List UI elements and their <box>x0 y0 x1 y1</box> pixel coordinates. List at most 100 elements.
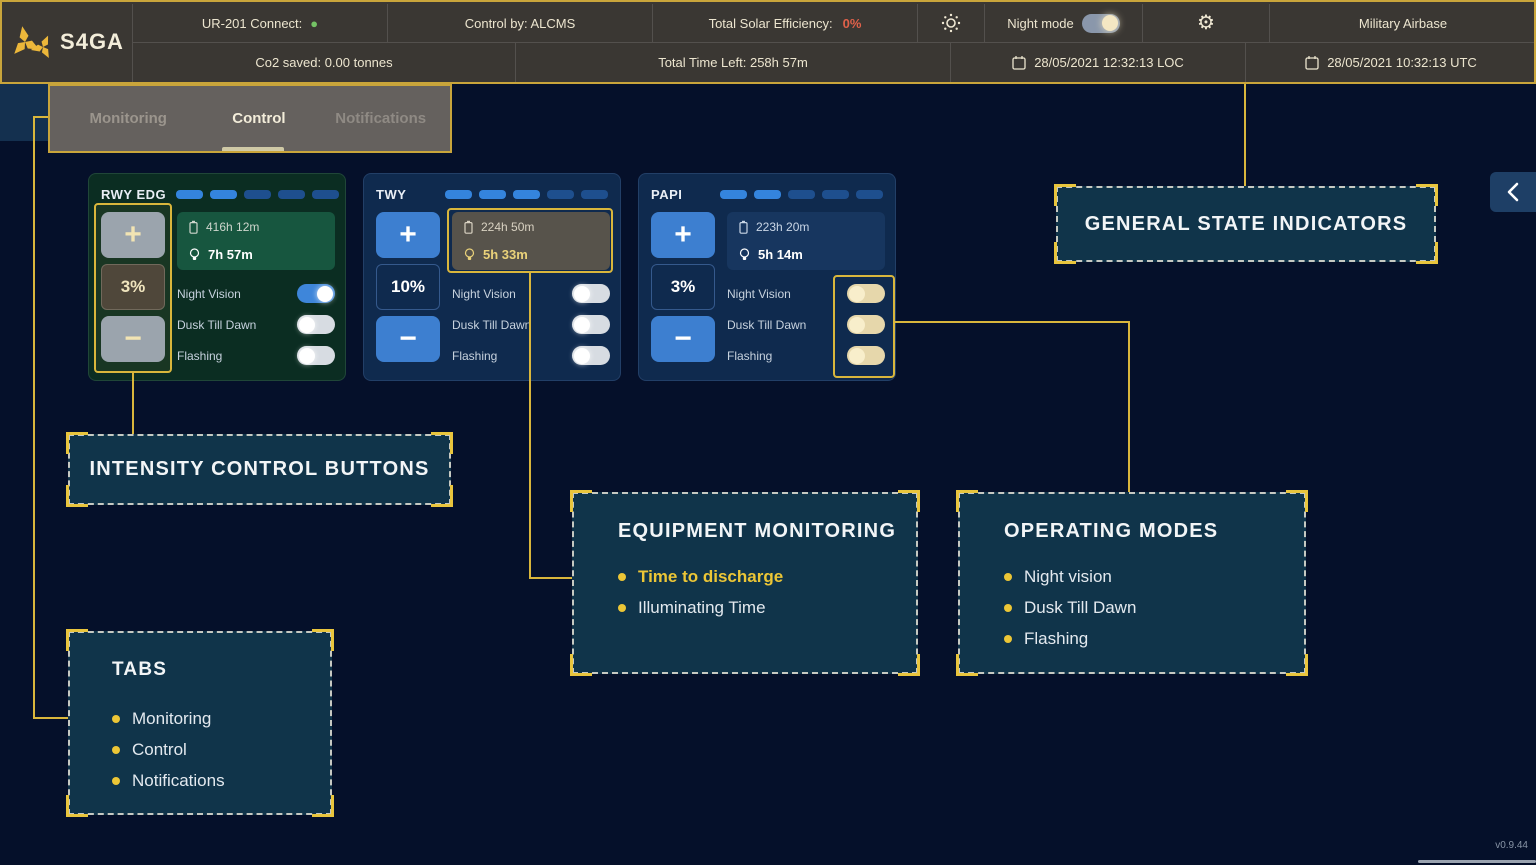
toggle-knob <box>299 348 315 364</box>
airbase-name: Military Airbase <box>1359 16 1447 31</box>
brightness-sun-icon <box>940 12 962 34</box>
solar-efficiency-value: 0% <box>843 16 862 31</box>
corner-bracket <box>312 795 334 817</box>
tab-monitoring[interactable]: Monitoring <box>50 110 206 127</box>
local-time-cell: 28/05/2021 12:32:13 LOC <box>950 43 1245 82</box>
co2-saved-cell: Co2 saved: 0.00 tonnes <box>132 43 515 82</box>
corner-bracket <box>66 432 88 454</box>
co2-saved-label: Co2 saved: 0.00 tonnes <box>255 55 392 70</box>
corner-bracket <box>66 629 88 651</box>
bullet-icon <box>112 777 120 785</box>
flashing-label: Flashing <box>177 349 297 363</box>
list-item: Time to discharge <box>618 561 916 592</box>
corner-bracket <box>431 485 453 507</box>
dusk-till-dawn-toggle[interactable] <box>572 315 610 334</box>
intensity-increase-button[interactable]: + <box>651 212 715 258</box>
header-bar: S4GA UR-201 Connect: ● Control by: ALCMS… <box>0 0 1536 84</box>
tab-notifications[interactable]: Notifications <box>311 110 450 127</box>
flashing-label: Flashing <box>727 349 847 363</box>
chevron-left-icon <box>1506 182 1520 202</box>
solar-efficiency-label: Total Solar Efficiency: <box>709 16 833 31</box>
bullet-icon <box>1004 604 1012 612</box>
toggle-knob <box>299 317 315 333</box>
illuminating-time: 5h 14m <box>758 247 803 262</box>
dusk-till-dawn-toggle[interactable] <box>297 315 335 334</box>
collapse-panel-button[interactable] <box>1490 172 1536 212</box>
dusk-till-dawn-label: Dusk Till Dawn <box>727 318 847 332</box>
corner-bracket <box>1054 184 1076 206</box>
flashing-toggle[interactable] <box>572 346 610 365</box>
corner-bracket <box>1286 654 1308 676</box>
brightness-cell[interactable] <box>917 4 984 42</box>
twy-monitor-highlight <box>447 208 613 273</box>
corner-bracket <box>1416 184 1438 206</box>
night-mode-toggle-knob <box>1102 15 1118 31</box>
control-by-cell: Control by: ALCMS <box>387 4 652 42</box>
intensity-decrease-button[interactable]: − <box>376 316 440 362</box>
bullet-icon <box>112 715 120 723</box>
calendar-icon <box>1012 55 1026 70</box>
intensity-increase-button[interactable]: + <box>376 212 440 258</box>
tab-control[interactable]: Control <box>206 110 311 127</box>
time-left-cell: Total Time Left: 258h 57m <box>515 43 950 82</box>
time-to-discharge: 416h 12m <box>206 220 259 234</box>
corner-bracket <box>956 490 978 512</box>
equipment-monitor-box: 223h 20m 5h 14m <box>727 212 885 270</box>
intensity-bars <box>176 190 339 199</box>
list-item: Illuminating Time <box>618 592 916 623</box>
solar-efficiency-cell: Total Solar Efficiency: 0% <box>652 4 917 42</box>
app-screen: S4GA UR-201 Connect: ● Control by: ALCMS… <box>0 0 1536 865</box>
gear-icon[interactable]: ⚙ <box>1197 13 1215 33</box>
night-vision-label: Night Vision <box>452 287 572 301</box>
bullet-icon <box>618 604 626 612</box>
connector-operating-vertical <box>1128 321 1130 492</box>
intensity-bars <box>416 190 608 199</box>
time-left-label: Total Time Left: 258h 57m <box>658 55 808 70</box>
illuminating-time: 7h 57m <box>208 247 253 262</box>
settings-cell[interactable]: ⚙ <box>1142 4 1269 42</box>
panel-title: RWY EDG <box>101 187 166 202</box>
flashing-label: Flashing <box>452 349 572 363</box>
callout-general-state-indicators: GENERAL STATE INDICATORS <box>1056 186 1436 262</box>
callout-title: GENERAL STATE INDICATORS <box>1085 213 1408 236</box>
propeller-logo-icon <box>10 23 56 61</box>
bulb-icon <box>189 248 200 261</box>
brand-logo: S4GA <box>2 2 132 82</box>
callout-equipment-monitoring: EQUIPMENT MONITORING Time to discharge I… <box>572 492 918 674</box>
list-item: Dusk Till Dawn <box>1004 592 1304 623</box>
airbase-cell: Military Airbase <box>1269 4 1536 42</box>
corner-bracket <box>312 629 334 651</box>
toggle-knob <box>574 286 590 302</box>
night-mode-toggle[interactable] <box>1082 14 1120 33</box>
connector-tabs-bottom <box>33 717 68 719</box>
callout-intensity-control-buttons: INTENSITY CONTROL BUTTONS <box>68 434 451 505</box>
connect-status-icon: ● <box>310 17 318 30</box>
night-mode-label: Night mode <box>1007 16 1073 31</box>
bulb-icon <box>739 248 750 261</box>
callout-title: OPERATING MODES <box>1004 520 1304 543</box>
list-item: Monitoring <box>112 703 330 734</box>
connector-tabs-top <box>33 116 48 118</box>
bullet-icon <box>1004 635 1012 643</box>
callout-operating-modes: OPERATING MODES Night vision Dusk Till D… <box>958 492 1306 674</box>
connector-intensity <box>132 373 134 434</box>
connector-general-state <box>1244 84 1246 186</box>
papi-toggles-highlight <box>833 275 895 378</box>
corner-bracket <box>66 485 88 507</box>
utc-time-cell: 28/05/2021 10:32:13 UTC <box>1245 43 1536 82</box>
bullet-icon <box>618 573 626 581</box>
scrollbar-fragment[interactable] <box>1418 860 1536 863</box>
night-vision-toggle[interactable] <box>572 284 610 303</box>
callout-title: INTENSITY CONTROL BUTTONS <box>89 458 429 481</box>
intensity-decrease-button[interactable]: − <box>651 316 715 362</box>
corner-bracket <box>570 654 592 676</box>
night-vision-toggle[interactable] <box>297 284 335 303</box>
bullet-icon <box>1004 573 1012 581</box>
toggle-knob <box>574 348 590 364</box>
flashing-toggle[interactable] <box>297 346 335 365</box>
corner-bracket <box>570 490 592 512</box>
list-item: Flashing <box>1004 623 1304 654</box>
bullet-icon <box>112 746 120 754</box>
corner-bracket <box>898 654 920 676</box>
callout-tabs: TABS Monitoring Control Notifications <box>68 631 332 815</box>
